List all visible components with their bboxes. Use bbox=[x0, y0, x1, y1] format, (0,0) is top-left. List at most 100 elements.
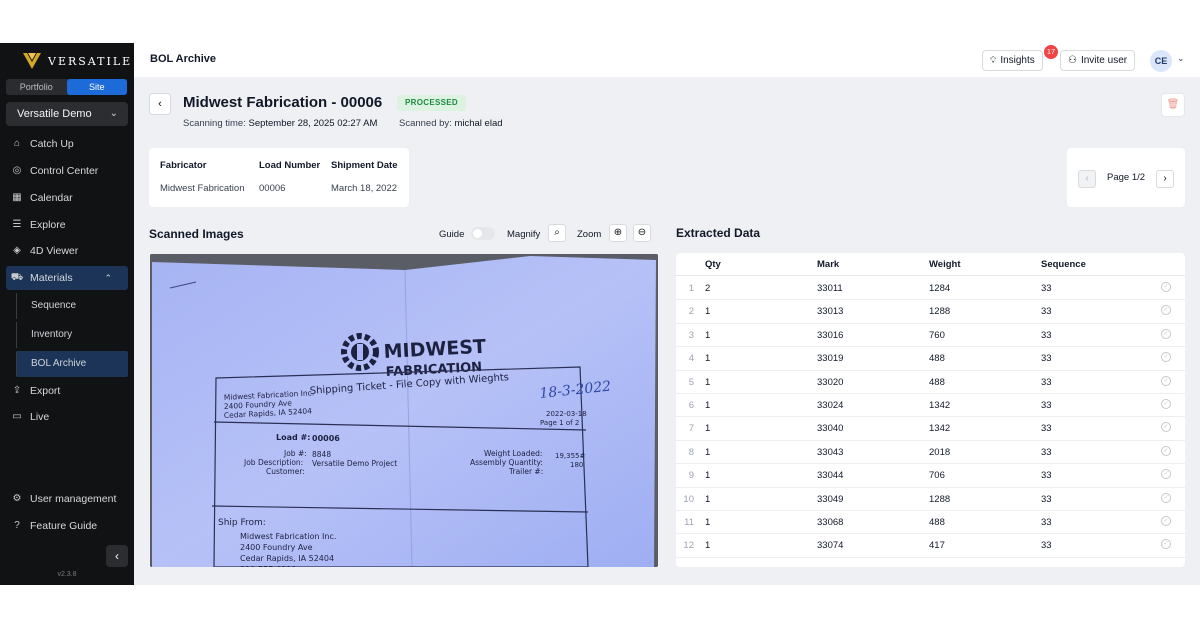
check-circle-icon[interactable]: ✓ bbox=[1161, 492, 1171, 503]
ticket-date: 2022-03-18 bbox=[546, 410, 587, 418]
site-select[interactable]: Versatile Demo ⌄ bbox=[6, 102, 128, 126]
table-row[interactable]: 5 1 33020 488 33 ✓ bbox=[676, 371, 1185, 394]
check-circle-icon[interactable]: ✓ bbox=[1161, 422, 1171, 433]
chevron-down-icon[interactable]: ⌄ bbox=[1177, 53, 1185, 64]
check-circle-icon[interactable]: ✓ bbox=[1161, 305, 1171, 316]
insights-button[interactable]: 💡︎ Insights bbox=[982, 50, 1043, 71]
invite-user-button[interactable]: ⚇ Invite user bbox=[1060, 50, 1136, 71]
cell-mark: 33011 bbox=[817, 283, 843, 294]
calendar-icon: ▦ bbox=[12, 192, 22, 203]
cell-qty: 1 bbox=[705, 400, 711, 411]
row-index: 2 bbox=[688, 306, 694, 318]
ticket-job-label: Job #: bbox=[283, 449, 307, 458]
sidebar-item-feature-guide[interactable]: ? Feature Guide bbox=[0, 514, 134, 538]
zoom-out-button[interactable]: ⊖ bbox=[633, 224, 651, 242]
magnify-button[interactable]: ⌕ bbox=[548, 224, 566, 242]
ticket-assembly-value: 180 bbox=[570, 461, 583, 469]
cell-mark: 33074 bbox=[817, 540, 844, 552]
table-row[interactable]: 9 1 33044 706 33 ✓ bbox=[676, 464, 1185, 488]
ticket-phone: 319-555-0211 bbox=[240, 565, 297, 567]
sidebar-item-user-management[interactable]: ⚙ User management bbox=[0, 487, 134, 511]
cell-sequence: 33 bbox=[1041, 493, 1052, 505]
zoom-out-icon: ⊖ bbox=[637, 227, 647, 238]
tab-portfolio[interactable]: Portfolio bbox=[6, 79, 67, 95]
cell-mark: 33024 bbox=[817, 400, 844, 411]
table-row[interactable]: 1 2 33011 1284 33 ✓ bbox=[676, 277, 1185, 301]
cell-weight: 1288 bbox=[929, 306, 951, 318]
table-row[interactable]: 12 1 33074 417 33 ✓ bbox=[676, 534, 1185, 558]
sidebar-item-label: Catch Up bbox=[30, 138, 74, 150]
table-row[interactable]: 11 1 33068 488 33 ✓ bbox=[676, 511, 1185, 535]
next-page-button[interactable]: › bbox=[1156, 170, 1174, 188]
collapse-sidebar-button[interactable]: ‹ bbox=[106, 545, 128, 567]
check-circle-icon[interactable]: ✓ bbox=[1161, 352, 1171, 363]
sidebar-subitem-label: Inventory bbox=[31, 329, 73, 340]
shipment-date-value: March 18, 2022 bbox=[331, 183, 398, 194]
cell-sequence: 33 bbox=[1041, 353, 1052, 365]
cell-weight: 760 bbox=[929, 329, 945, 341]
check-circle-icon[interactable]: ✓ bbox=[1161, 469, 1171, 480]
table-row[interactable]: 6 1 33024 1342 33 ✓ bbox=[676, 394, 1185, 418]
cell-qty: 1 bbox=[705, 329, 711, 341]
row-index: 6 bbox=[688, 400, 694, 411]
table-row[interactable]: 10 1 33049 1288 33 ✓ bbox=[676, 488, 1185, 511]
tab-site[interactable]: Site bbox=[66, 79, 127, 95]
back-button[interactable]: ‹ bbox=[149, 93, 171, 115]
prev-page-button[interactable]: ‹ bbox=[1078, 170, 1096, 188]
sidebar-subitem-inventory[interactable]: Inventory bbox=[16, 322, 128, 348]
sidebar-subitem-bol-archive[interactable]: BOL Archive bbox=[16, 351, 128, 377]
search-icon: ⌕ bbox=[554, 227, 560, 238]
zoom-in-button[interactable]: ⊕ bbox=[609, 224, 627, 242]
page-title: BOL Archive bbox=[150, 53, 217, 65]
zoom-label: Zoom bbox=[577, 229, 602, 240]
row-index: 8 bbox=[688, 446, 694, 458]
scanned-images-title: Scanned Images bbox=[149, 227, 244, 241]
check-circle-icon[interactable]: ✓ bbox=[1161, 539, 1171, 550]
avatar[interactable]: CE bbox=[1150, 50, 1172, 72]
table-row[interactable]: 2 1 33013 1288 33 ✓ bbox=[676, 300, 1185, 324]
column-header-sequence: Sequence bbox=[1041, 259, 1086, 270]
scanned-by: Scanned by: michal elad bbox=[399, 118, 503, 129]
cell-qty: 1 bbox=[705, 446, 711, 458]
cell-weight: 417 bbox=[929, 540, 945, 552]
scanned-document-image[interactable]: MIDWEST FABRICATION Shipping Ticket - Fi… bbox=[150, 254, 658, 567]
ticket-trailer-label: Trailer #: bbox=[508, 467, 543, 476]
brand-logo[interactable]: VERSATILE bbox=[22, 52, 132, 70]
ticket-page: Page 1 of 2 bbox=[540, 419, 579, 427]
check-circle-icon[interactable]: ✓ bbox=[1161, 282, 1171, 292]
sidebar-item-export[interactable]: ⇪ Export bbox=[0, 379, 134, 403]
sidebar-item-materials[interactable]: ⛟ Materials ⌃ bbox=[6, 266, 128, 290]
cell-mark: 33013 bbox=[817, 306, 844, 318]
sidebar-item-control-center[interactable]: ◎ Control Center bbox=[0, 159, 134, 183]
sidebar-subitem-sequence[interactable]: Sequence bbox=[16, 293, 128, 319]
sidebar-item-catch-up[interactable]: ⌂ Catch Up bbox=[0, 132, 134, 156]
cell-sequence: 33 bbox=[1041, 283, 1052, 294]
check-circle-icon[interactable]: ✓ bbox=[1161, 328, 1171, 339]
row-index: 5 bbox=[688, 376, 694, 388]
brand-name: VERSATILE bbox=[48, 54, 133, 68]
guide-toggle[interactable] bbox=[471, 227, 495, 240]
sidebar-item-explore[interactable]: ☰ Explore bbox=[0, 213, 134, 237]
table-row[interactable]: 3 1 33016 760 33 ✓ bbox=[676, 324, 1185, 348]
invite-user-label: Invite user bbox=[1080, 55, 1128, 66]
cell-qty: 2 bbox=[705, 283, 711, 294]
load-number-label: Load Number bbox=[259, 160, 321, 171]
delete-button[interactable]: 🗑︎ bbox=[1161, 93, 1185, 117]
table-row[interactable]: 8 1 33043 2018 33 ✓ bbox=[676, 441, 1185, 465]
cell-mark: 33020 bbox=[817, 376, 844, 388]
check-circle-icon[interactable]: ✓ bbox=[1161, 399, 1171, 409]
insights-label: Insights bbox=[1000, 55, 1035, 66]
sidebar-item-live[interactable]: ▭ Live bbox=[0, 405, 134, 429]
zoom-in-icon: ⊕ bbox=[613, 227, 623, 238]
sidebar-item-label: Control Center bbox=[30, 165, 99, 177]
sidebar-item-label: Feature Guide bbox=[30, 520, 98, 532]
cell-sequence: 33 bbox=[1041, 423, 1052, 435]
sidebar-subitem-label: BOL Archive bbox=[31, 358, 87, 369]
sidebar-item-calendar[interactable]: ▦ Calendar bbox=[0, 186, 134, 210]
check-circle-icon[interactable]: ✓ bbox=[1161, 516, 1171, 526]
sidebar-item-4d-viewer[interactable]: ◈ 4D Viewer bbox=[0, 239, 134, 263]
table-row[interactable]: 7 1 33040 1342 33 ✓ bbox=[676, 417, 1185, 441]
table-row[interactable]: 4 1 33019 488 33 ✓ bbox=[676, 347, 1185, 371]
check-circle-icon[interactable]: ✓ bbox=[1161, 375, 1171, 386]
check-circle-icon[interactable]: ✓ bbox=[1161, 445, 1171, 456]
